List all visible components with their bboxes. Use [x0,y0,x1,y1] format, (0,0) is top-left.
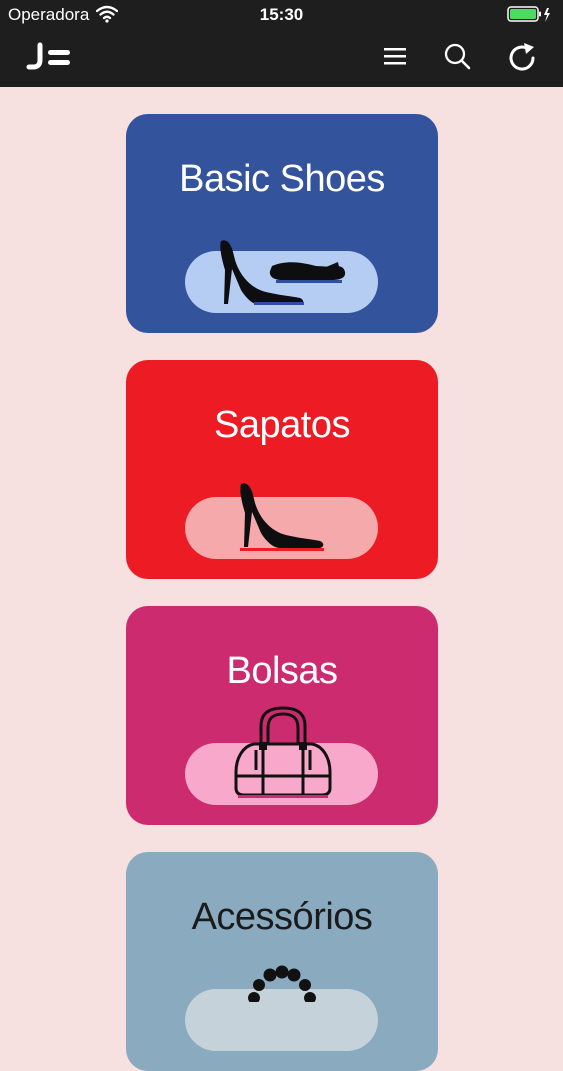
high-heel-shoe-icon [240,483,324,551]
hamburger-menu-icon [384,48,406,65]
handbag-icon [234,706,332,798]
category-title: Basic Shoes [179,158,385,200]
category-card-basic-shoes[interactable]: Basic Shoes [126,114,438,333]
category-card-sapatos[interactable]: Sapatos [126,360,438,579]
category-title: Bolsas [226,650,338,692]
clock: 15:30 [259,5,304,24]
status-bar: Operadora 15:30 [0,0,563,30]
menu-button[interactable] [377,40,413,76]
category-card-acessorios[interactable]: Acessórios [126,852,438,1071]
category-title: Sapatos [214,404,350,446]
refresh-icon [509,43,535,71]
category-title: Acessórios [191,896,373,938]
refresh-button[interactable] [505,40,541,76]
navigation-bar [0,30,563,87]
necklace-icon [248,965,316,1002]
brand-logo[interactable] [26,42,74,77]
search-icon [444,43,471,70]
search-button[interactable] [440,40,476,76]
battery-icon [507,6,551,29]
high-heel-and-flat-shoes-icon [220,240,346,305]
category-card-bolsas[interactable]: Bolsas [126,606,438,825]
